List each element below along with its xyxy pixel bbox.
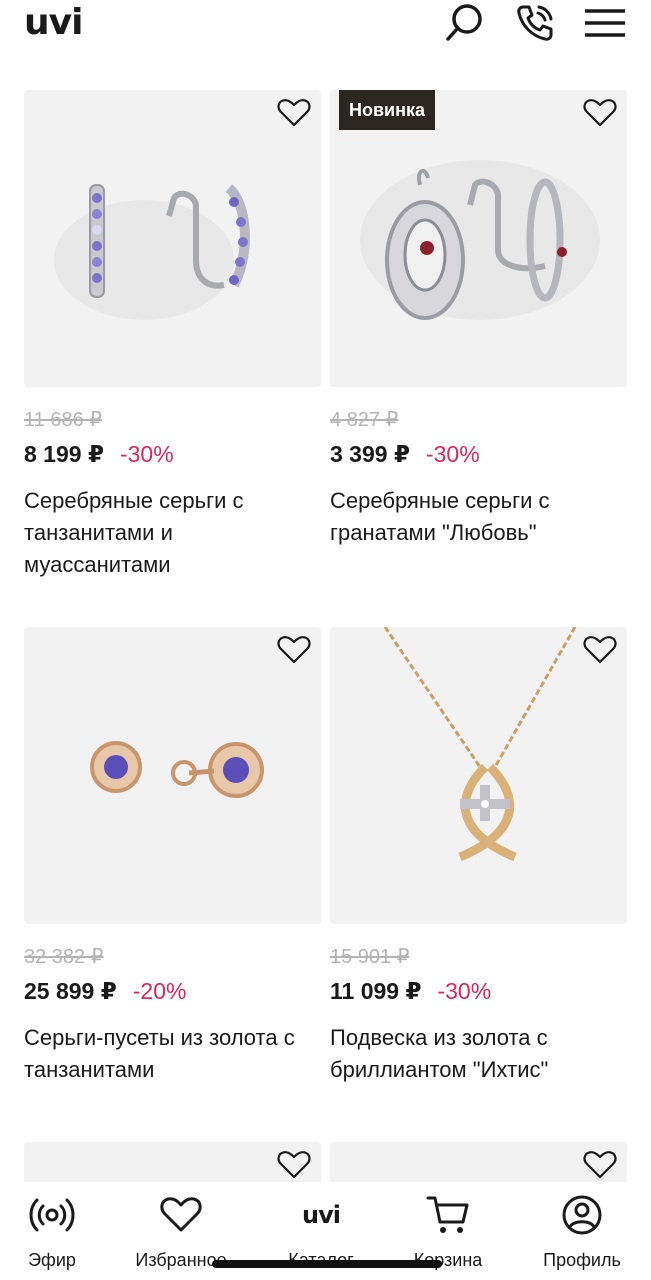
current-price: 25 899 ₽ — [24, 978, 117, 1004]
favorite-heart-icon[interactable] — [277, 1150, 311, 1180]
price-row: 3 399 ₽ -30% — [330, 441, 627, 473]
product-card[interactable]: 11 686 ₽ 8 199 ₽ -30% Серебряные серьги … — [24, 90, 321, 581]
product-image[interactable] — [24, 90, 321, 387]
phone-icon[interactable] — [512, 0, 558, 46]
home-indicator — [212, 1260, 442, 1268]
earrings-garnet-image — [360, 160, 600, 320]
product-title[interactable]: Подвеска из золота с бриллиантом "Ихтис" — [330, 1022, 627, 1086]
product-title[interactable]: Серьги-пусеты из золота с танзанитами — [24, 1022, 321, 1086]
product-image[interactable]: Новинка — [330, 90, 627, 387]
favorite-heart-icon[interactable] — [583, 635, 617, 665]
discount-badge: -30% — [437, 978, 492, 1004]
nav-item-cart[interactable]: Корзина — [393, 1190, 503, 1271]
old-price: 32 382 ₽ — [24, 946, 104, 968]
current-price: 11 099 ₽ — [330, 978, 422, 1004]
discount-badge: -30% — [425, 441, 480, 467]
profile-icon — [557, 1190, 607, 1240]
app-logo[interactable]: uvi — [24, 2, 83, 43]
broadcast-icon — [27, 1190, 77, 1240]
heart-icon — [156, 1190, 206, 1240]
nav-item-favorites[interactable]: Избранное — [126, 1190, 236, 1271]
nav-label: Эфир — [28, 1250, 76, 1270]
product-image[interactable] — [24, 627, 321, 924]
old-price: 15 901 ₽ — [330, 946, 410, 968]
price-row: 11 099 ₽ -30% — [330, 978, 627, 1010]
new-badge: Новинка — [339, 90, 436, 130]
favorite-heart-icon[interactable] — [583, 98, 617, 128]
nav-item-broadcast[interactable]: Эфир — [0, 1190, 107, 1271]
favorite-heart-icon[interactable] — [277, 635, 311, 665]
search-icon[interactable] — [442, 0, 488, 46]
favorite-heart-icon[interactable] — [583, 1150, 617, 1180]
product-card[interactable]: 32 382 ₽ 25 899 ₽ -20% Серьги-пусеты из … — [24, 627, 321, 1086]
current-price: 8 199 ₽ — [24, 441, 104, 467]
stud-earrings-image — [90, 741, 264, 798]
app-header: uvi — [0, 0, 651, 60]
price-row: 25 899 ₽ -20% — [24, 978, 321, 1010]
favorite-heart-icon[interactable] — [277, 98, 311, 128]
discount-badge: -30% — [119, 441, 174, 467]
old-price: 11 686 ₽ — [24, 409, 102, 431]
nav-logo-text: uvi — [302, 1201, 341, 1229]
discount-badge: -20% — [132, 978, 187, 1004]
product-card[interactable]: 15 901 ₽ 11 099 ₽ -30% Подвеска из золот… — [330, 627, 627, 1086]
nav-label: Профиль — [543, 1250, 621, 1270]
cart-icon — [423, 1190, 473, 1240]
ichthys-pendant-image — [383, 627, 577, 862]
old-price: 4 827 ₽ — [330, 409, 399, 431]
product-title[interactable]: Серебряные серьги с гранатами "Любовь" — [330, 485, 627, 549]
product-image[interactable] — [330, 627, 627, 924]
earrings-tanzanite-image — [54, 184, 250, 320]
price-row: 8 199 ₽ -30% — [24, 441, 321, 473]
product-title[interactable]: Серебряные серьги с танзанитами и муасса… — [24, 485, 321, 581]
menu-icon[interactable] — [582, 0, 628, 46]
uvi-logo-icon: uvi — [296, 1190, 346, 1240]
product-card[interactable]: Новинка 4 827 ₽ 3 399 ₽ -30% Серебряные … — [330, 90, 627, 549]
current-price: 3 399 ₽ — [330, 441, 410, 467]
nav-item-profile[interactable]: Профиль — [527, 1190, 637, 1271]
nav-item-catalog[interactable]: uvi Каталог — [266, 1190, 376, 1271]
